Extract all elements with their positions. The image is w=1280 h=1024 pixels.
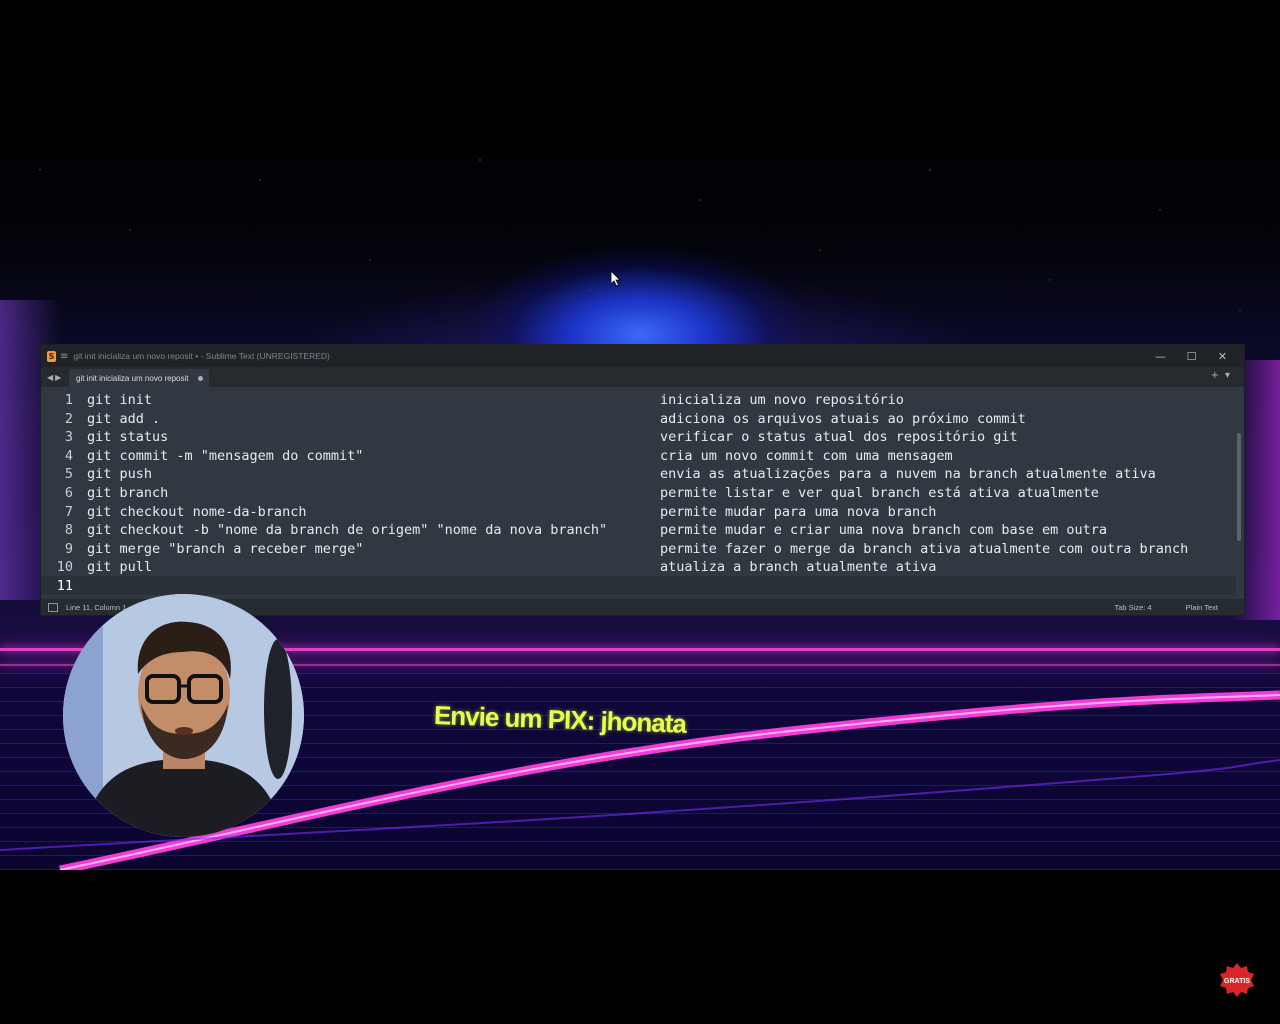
- code-line[interactable]: git pull: [87, 558, 607, 577]
- syntax-selector[interactable]: Plain Text: [1186, 603, 1218, 612]
- tab-tools: +▾: [1211, 370, 1236, 381]
- description-line[interactable]: envia as atualizações para a nuvem na br…: [660, 465, 1188, 484]
- code-line[interactable]: git checkout nome-da-branch: [87, 503, 607, 522]
- code-line[interactable]: [87, 577, 607, 596]
- badge-text: GRATIS: [1224, 978, 1250, 985]
- chevron-down-icon[interactable]: ▾: [1225, 370, 1236, 381]
- close-button[interactable]: ✕: [1207, 350, 1238, 363]
- description-line[interactable]: permite fazer o merge da branch ativa at…: [660, 540, 1188, 559]
- code-line[interactable]: git add .: [87, 410, 607, 429]
- description-line[interactable]: [660, 577, 1188, 596]
- line-number: 8: [64, 522, 73, 539]
- plus-icon[interactable]: +: [1211, 370, 1225, 381]
- description-line[interactable]: adiciona os arquivos atuais ao próximo c…: [660, 410, 1188, 429]
- minimize-button[interactable]: —: [1145, 350, 1176, 363]
- code-descriptions[interactable]: inicializa um novo repositório adiciona o…: [660, 391, 1188, 596]
- mouse-cursor-icon: [611, 271, 621, 287]
- description-line[interactable]: atualiza a branch atualmente ativa: [660, 558, 1188, 577]
- window-controls: — ☐ ✕: [1145, 345, 1238, 367]
- modified-dot-icon[interactable]: [197, 375, 203, 381]
- line-number: 10: [56, 559, 73, 576]
- sublime-text-window[interactable]: S ≡ git init inicializa um novo reposit …: [41, 345, 1244, 615]
- line-number: 5: [64, 466, 73, 483]
- line-number: 1: [64, 392, 73, 408]
- webcam-overlay: [63, 594, 304, 837]
- title-bar[interactable]: S ≡ git init inicializa um novo reposit …: [41, 345, 1244, 367]
- line-number: 7: [64, 503, 73, 520]
- code-line[interactable]: git commit -m "mensagem do commit": [87, 447, 607, 466]
- description-line[interactable]: permite listar e ver qual branch está at…: [660, 484, 1188, 503]
- line-number: 6: [64, 484, 73, 501]
- description-line[interactable]: verificar o status atual dos repositório…: [660, 428, 1188, 447]
- description-line[interactable]: permite mudar e criar uma nova branch co…: [660, 521, 1188, 540]
- tab-active[interactable]: git init inicializa um novo reposit: [69, 369, 209, 387]
- code-line[interactable]: git init: [87, 391, 607, 410]
- code-commands[interactable]: git init git add . git status git commit -m…: [87, 391, 607, 596]
- starfield-background: [0, 140, 1280, 360]
- cursor-position: Line 11, Column 1: [66, 602, 127, 612]
- arrow-left-right-icon[interactable]: ◀▶: [47, 373, 69, 382]
- tab-bar: ◀▶ git init inicializa um novo reposit +…: [41, 367, 1244, 387]
- code-line[interactable]: git checkout -b "nome da branch de orige…: [87, 521, 607, 540]
- line-number: 4: [64, 447, 73, 464]
- sublime-text-icon: S: [47, 350, 56, 362]
- vertical-scrollbar[interactable]: [1237, 433, 1241, 541]
- line-number: 11: [56, 577, 73, 594]
- video-frame: S ≡ git init inicializa um novo reposit …: [0, 0, 1280, 870]
- code-line[interactable]: git status: [87, 428, 607, 447]
- description-line[interactable]: inicializa um novo repositório: [660, 391, 1188, 410]
- line-number-gutter: 1 2 3 4 5 6 7 8 9 10 11: [41, 391, 73, 596]
- tab-size-selector[interactable]: Tab Size: 4: [1115, 603, 1152, 612]
- hamburger-icon[interactable]: ≡: [60, 351, 68, 362]
- maximize-button[interactable]: ☐: [1176, 350, 1207, 363]
- code-line[interactable]: git push: [87, 465, 607, 484]
- code-line[interactable]: git merge "branch a receber merge": [87, 540, 607, 559]
- editor-area[interactable]: 1 2 3 4 5 6 7 8 9 10 11 git init git add . git statu…: [41, 387, 1244, 599]
- line-number: 3: [64, 429, 73, 446]
- line-number: 9: [64, 540, 73, 557]
- panel-toggle-icon[interactable]: [48, 602, 58, 612]
- presenter-illustration: [63, 594, 304, 837]
- tab-label: git init inicializa um novo reposit: [76, 373, 189, 383]
- description-line[interactable]: permite mudar para uma nova branch: [660, 503, 1188, 522]
- window-title: git init inicializa um novo reposit • - …: [73, 351, 330, 361]
- description-line[interactable]: cria um novo commit com uma mensagem: [660, 447, 1188, 466]
- gratis-badge: GRATIS: [1220, 963, 1254, 997]
- code-line[interactable]: git branch: [87, 484, 607, 503]
- line-number: 2: [64, 410, 73, 427]
